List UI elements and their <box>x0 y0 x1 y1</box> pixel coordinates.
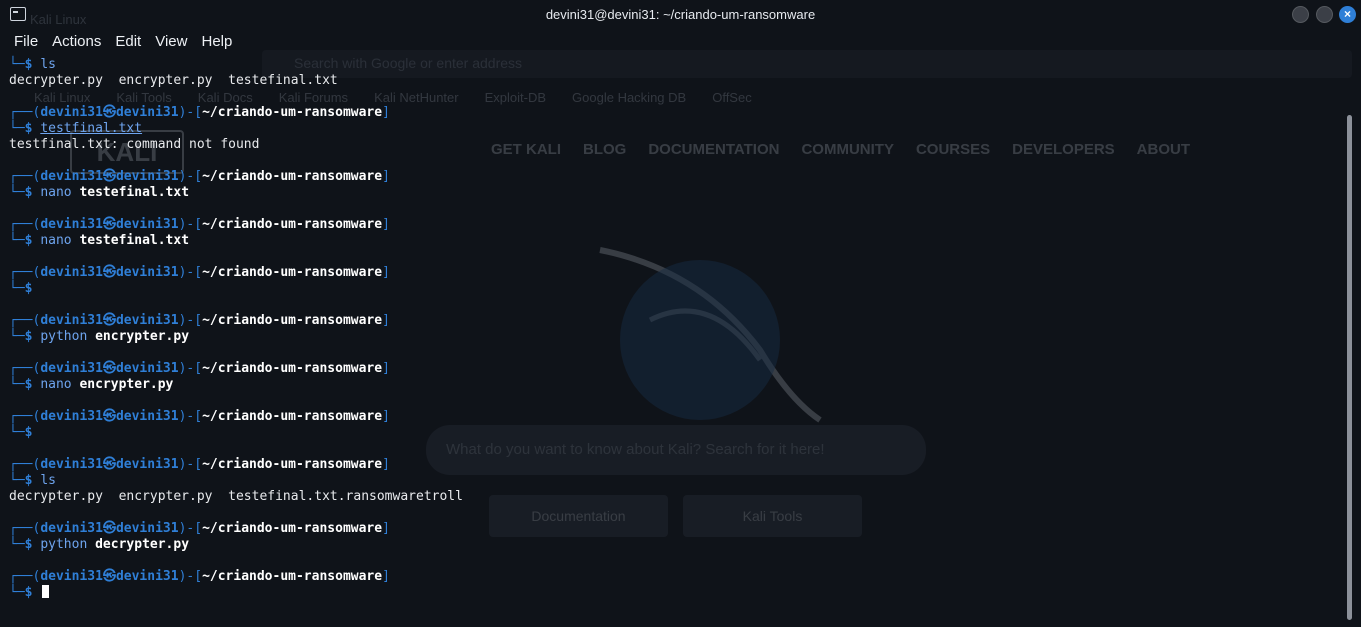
close-icon: × <box>1343 7 1351 21</box>
prompt-line: ┌──(devini31㉿devini31)-[~/criando-um-ran… <box>9 105 390 120</box>
title-bar: devini31@devini31: ~/criando-um-ransomwa… <box>0 0 1361 30</box>
prompt-line: ┌──(devini31㉿devini31)-[~/criando-um-ran… <box>9 521 390 536</box>
text-cursor <box>42 585 50 598</box>
command-line: └─$ python encrypter.py <box>9 329 190 344</box>
menu-view[interactable]: View <box>148 30 194 54</box>
menu-file[interactable]: File <box>0 30 45 54</box>
maximize-button[interactable] <box>1316 6 1333 23</box>
active-command-line[interactable]: └─$ <box>9 585 1339 601</box>
command-line: └─$ testfinal.txt <box>9 121 143 136</box>
menu-actions[interactable]: Actions <box>45 30 108 54</box>
close-button[interactable]: × <box>1339 6 1356 23</box>
prompt-line: ┌──(devini31㉿devini31)-[~/criando-um-ran… <box>9 265 390 280</box>
command-line: └─$ nano testefinal.txt <box>9 185 190 200</box>
terminal-scrollbar[interactable] <box>1347 115 1352 620</box>
prompt-line: ┌──(devini31㉿devini31)-[~/criando-um-ran… <box>9 409 390 424</box>
prompt-line: ┌──(devini31㉿devini31)-[~/criando-um-ran… <box>9 217 390 232</box>
command-line: └─$ ls <box>9 473 56 488</box>
command-text: ls <box>40 57 56 72</box>
command-line: └─$ nano testefinal.txt <box>9 233 190 248</box>
minimize-button[interactable] <box>1292 6 1309 23</box>
command-line: └─$ nano encrypter.py <box>9 377 174 392</box>
prompt-line: ┌──(devini31㉿devini31)-[~/criando-um-ran… <box>9 169 390 184</box>
command-text: testfinal.txt <box>40 121 143 136</box>
prompt-line: ┌──(devini31㉿devini31)-[~/criando-um-ran… <box>9 457 390 472</box>
command-line: └─$ python decrypter.py <box>9 537 190 552</box>
output-line: decrypter.py encrypter.py testefinal.txt… <box>9 489 463 504</box>
menu-help[interactable]: Help <box>194 30 239 54</box>
prompt-line: ┌──(devini31㉿devini31)-[~/criando-um-ran… <box>9 313 390 328</box>
terminal-output[interactable]: └─$ ls decrypter.py encrypter.py testefi… <box>9 57 1339 601</box>
command-line: └─$ ls <box>9 57 56 72</box>
window-title: devini31@devini31: ~/criando-um-ransomwa… <box>545 7 816 22</box>
menu-bar: File Actions Edit View Help <box>0 30 239 54</box>
output-line: testfinal.txt: command not found <box>9 137 260 152</box>
prompt-line: ┌──(devini31㉿devini31)-[~/criando-um-ran… <box>9 569 390 584</box>
command-line: └─$ <box>9 281 33 296</box>
prompt-line: ┌──(devini31㉿devini31)-[~/criando-um-ran… <box>9 361 390 376</box>
output-line: decrypter.py encrypter.py testefinal.txt <box>9 73 338 88</box>
command-line: └─$ <box>9 425 33 440</box>
menu-edit[interactable]: Edit <box>108 30 148 54</box>
